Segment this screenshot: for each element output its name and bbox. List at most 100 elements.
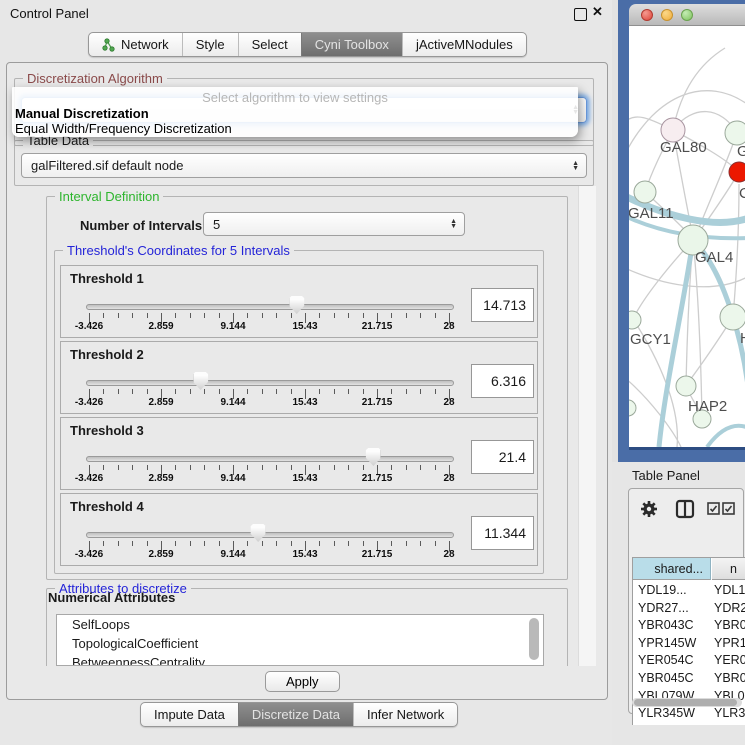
node-selected-red[interactable] bbox=[729, 162, 745, 182]
node-hap2[interactable] bbox=[676, 376, 696, 396]
cell-name: YPR1 bbox=[714, 636, 745, 650]
cell-name: YER0 bbox=[714, 653, 745, 667]
node[interactable] bbox=[629, 400, 636, 416]
tab-style[interactable]: Style bbox=[182, 33, 238, 56]
scale-label: 9.144 bbox=[220, 321, 245, 332]
slider-tick bbox=[118, 389, 119, 394]
table-row[interactable]: YBR043CYBR0 bbox=[633, 616, 745, 634]
tab-network[interactable]: Network bbox=[89, 33, 182, 56]
table-data-combobox[interactable]: galFiltered.sif default node ▲▼ bbox=[21, 153, 587, 178]
tab-cyni-toolbox[interactable]: Cyni Toolbox bbox=[301, 33, 402, 56]
gear-icon[interactable] bbox=[639, 499, 659, 519]
slider-thumb[interactable] bbox=[366, 448, 381, 466]
slider-tick bbox=[348, 465, 349, 470]
tab-jactivemnodules[interactable]: jActiveMNodules bbox=[402, 33, 526, 56]
column-header-name[interactable]: n bbox=[712, 558, 745, 580]
list-scrollbar[interactable] bbox=[529, 618, 539, 660]
slider[interactable]: -3.4262.8599.14415.4321.71528 bbox=[89, 266, 449, 339]
slider-thumb[interactable] bbox=[251, 524, 266, 542]
tab-infer-network[interactable]: Infer Network bbox=[353, 703, 457, 726]
hscrollbar-thumb[interactable] bbox=[634, 699, 737, 706]
slider-tick bbox=[204, 389, 205, 394]
slider[interactable]: -3.4262.8599.14415.4321.71528 bbox=[89, 494, 449, 567]
slider-tick bbox=[319, 541, 320, 546]
table-panel-title: Table Panel bbox=[632, 468, 700, 483]
slider-tick bbox=[435, 389, 436, 394]
table-row[interactable]: YIL052CYIL0 bbox=[633, 722, 745, 723]
slider-tick bbox=[420, 313, 421, 318]
slider-thumb[interactable] bbox=[193, 372, 208, 390]
slider-track[interactable] bbox=[86, 380, 454, 386]
slider-tick bbox=[204, 541, 205, 546]
cell-shared-name: YPR145W bbox=[638, 636, 696, 650]
window-titlebar[interactable] bbox=[629, 4, 745, 26]
scale-label: 21.715 bbox=[362, 397, 393, 408]
checkbox-icon[interactable] bbox=[707, 502, 720, 515]
slider-tick bbox=[406, 389, 407, 394]
slider-thumb[interactable] bbox=[289, 296, 304, 314]
slider-tick bbox=[334, 465, 335, 470]
tab-select[interactable]: Select bbox=[238, 33, 301, 56]
slider-tick bbox=[190, 465, 191, 470]
scale-label: -3.426 bbox=[75, 473, 103, 484]
column-header-shared-name[interactable]: shared... bbox=[633, 558, 711, 580]
dropdown-option[interactable]: Equal Width/Frequency Discretization bbox=[12, 121, 578, 136]
attribute-list-item[interactable]: TopologicalCoefficient bbox=[57, 634, 543, 653]
scale-label: 28 bbox=[443, 549, 454, 560]
cell-name: YBR0 bbox=[714, 671, 745, 685]
node-label: C bbox=[739, 185, 745, 202]
scale-label: 28 bbox=[443, 397, 454, 408]
hscrollbar-track[interactable] bbox=[632, 698, 742, 707]
slider-tick bbox=[348, 313, 349, 318]
split-columns-icon[interactable] bbox=[675, 499, 695, 519]
attribute-list-item[interactable]: BetweennessCentrality bbox=[57, 653, 543, 666]
table-row[interactable]: YDR27...YDR2 bbox=[633, 599, 745, 617]
threshold-value-field[interactable]: 14.713 bbox=[471, 288, 534, 322]
table-row[interactable]: YDL19...YDL1 bbox=[633, 581, 745, 599]
slider-tick bbox=[319, 465, 320, 470]
threshold-value-field[interactable]: 11.344 bbox=[471, 516, 534, 550]
slider-track[interactable] bbox=[86, 304, 454, 310]
close-traffic-light-icon[interactable] bbox=[641, 9, 653, 21]
slider-tick bbox=[363, 389, 364, 394]
tab-label: Discretize Data bbox=[252, 707, 340, 722]
attribute-list-item[interactable]: SelfLoops bbox=[57, 615, 543, 634]
tab-discretize-data[interactable]: Discretize Data bbox=[238, 703, 353, 726]
network-canvas[interactable]: GAL80 GA C GAL11 GAL4 GCY1 H HAP2 bbox=[629, 26, 745, 447]
zoom-traffic-light-icon[interactable] bbox=[681, 9, 693, 21]
slider-tick bbox=[420, 389, 421, 394]
node-gal11[interactable] bbox=[634, 181, 656, 203]
slider-tick bbox=[435, 313, 436, 318]
slider-track[interactable] bbox=[86, 456, 454, 462]
close-icon[interactable]: ✕ bbox=[592, 4, 603, 20]
node-h[interactable] bbox=[720, 304, 745, 330]
num-intervals-combobox[interactable]: 5 ▲▼ bbox=[203, 212, 465, 236]
tab-impute-data[interactable]: Impute Data bbox=[141, 703, 238, 726]
slider[interactable]: -3.4262.8599.14415.4321.71528 bbox=[89, 342, 449, 415]
algorithm-dropdown-popup: Select algorithm to view settings Manual… bbox=[12, 87, 578, 137]
scale-label: 28 bbox=[443, 473, 454, 484]
slider-tick bbox=[391, 465, 392, 470]
threshold-value-field[interactable]: 21.4 bbox=[471, 440, 534, 474]
dropdown-option[interactable]: Manual Discretization bbox=[12, 106, 578, 121]
minimize-traffic-light-icon[interactable] bbox=[661, 9, 673, 21]
slider-track[interactable] bbox=[86, 532, 454, 538]
table-row[interactable]: YER054CYER0 bbox=[633, 651, 745, 669]
attributes-listbox[interactable]: SelfLoopsTopologicalCoefficientBetweenne… bbox=[56, 614, 544, 666]
table-row[interactable]: YPR145W YPR1 bbox=[633, 634, 745, 652]
node-gcy1[interactable] bbox=[629, 311, 641, 329]
table-row[interactable]: YBR045CYBR0 bbox=[633, 669, 745, 687]
slider[interactable]: -3.4262.8599.14415.4321.71528 bbox=[89, 418, 449, 491]
slider-tick bbox=[348, 541, 349, 546]
scrollbar-track[interactable] bbox=[578, 186, 596, 666]
slider-scale: -3.4262.8599.14415.4321.71528 bbox=[89, 397, 449, 410]
tab-label: Cyni Toolbox bbox=[315, 37, 389, 52]
threshold-value-field[interactable]: 6.316 bbox=[471, 364, 534, 398]
node[interactable] bbox=[725, 121, 745, 145]
tab-label: jActiveMNodules bbox=[416, 37, 513, 52]
apply-button[interactable]: Apply bbox=[265, 671, 340, 692]
slider-tick bbox=[103, 465, 104, 470]
checkbox-icon[interactable] bbox=[722, 502, 735, 515]
slider-tick bbox=[406, 465, 407, 470]
float-window-icon[interactable] bbox=[574, 8, 587, 21]
